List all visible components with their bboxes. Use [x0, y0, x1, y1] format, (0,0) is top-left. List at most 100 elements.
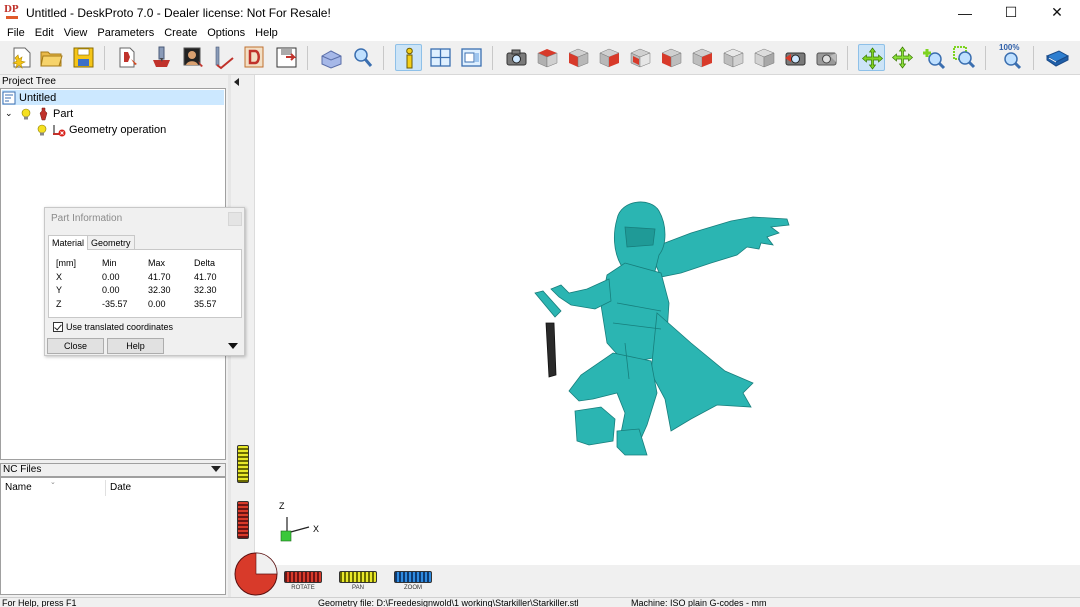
- menu-options[interactable]: Options: [202, 25, 250, 41]
- view-left-icon[interactable]: [596, 44, 623, 71]
- row-x-axis: X: [56, 272, 63, 282]
- translated-coords-option[interactable]: Use translated coordinates: [53, 322, 173, 332]
- unit-header: [mm]: [56, 258, 76, 268]
- translated-coords-checkbox[interactable]: [53, 322, 63, 332]
- zoom-100-label: 100%: [999, 43, 1020, 52]
- menu-edit[interactable]: Edit: [30, 25, 59, 41]
- nc-files-list[interactable]: ⌄ Name Date: [0, 477, 226, 595]
- row-x-delta: 41.70: [194, 272, 217, 282]
- dropdown-arrow-icon[interactable]: [211, 466, 221, 472]
- view-top-icon[interactable]: [534, 44, 561, 71]
- pan-horizontal-roller[interactable]: [339, 571, 377, 583]
- dialog-title: Part Information: [51, 213, 123, 224]
- status-geometry-file: Geometry file: D:\Freedesignwold\1 worki…: [318, 598, 579, 607]
- tree-item-part[interactable]: ⌄ Part: [5, 106, 224, 121]
- zoom-window-icon[interactable]: [951, 44, 978, 71]
- minimize-button[interactable]: —: [942, 0, 988, 25]
- load-vector-icon[interactable]: [148, 44, 175, 71]
- new-project-icon[interactable]: [8, 44, 35, 71]
- row-y-axis: Y: [56, 285, 63, 295]
- collapse-panel-icon[interactable]: [234, 78, 239, 86]
- min-header: Min: [102, 258, 117, 268]
- axis-z-label: Z: [279, 501, 285, 511]
- preview-icon[interactable]: [458, 44, 485, 71]
- rotate-vertical-roller[interactable]: [237, 501, 249, 539]
- column-header-name[interactable]: Name: [1, 480, 106, 496]
- lightbulb-icon[interactable]: [19, 107, 33, 121]
- lens-icon[interactable]: [349, 44, 376, 71]
- redraw-alt-icon[interactable]: [813, 44, 840, 71]
- main-toolbar: 100%: [0, 41, 1080, 75]
- dialog-close-box[interactable]: [228, 212, 242, 226]
- tree-label: Geometry operation: [69, 123, 167, 136]
- row-y-max: 32.30: [148, 285, 171, 295]
- open-project-icon[interactable]: [38, 44, 65, 71]
- pan-vertical-roller[interactable]: [237, 445, 249, 483]
- row-z-delta: 35.57: [194, 299, 217, 309]
- delta-header: Delta: [194, 258, 216, 268]
- load-bitmap-icon[interactable]: [179, 44, 206, 71]
- row-z-axis: Z: [56, 299, 62, 309]
- deskproto-logo-icon: DP: [4, 5, 20, 21]
- row-y-min: 0.00: [102, 285, 120, 295]
- drawing-icon[interactable]: [241, 44, 268, 71]
- shaded-view-icon[interactable]: [318, 44, 345, 71]
- tab-material[interactable]: Material: [48, 235, 89, 250]
- view-iso-1-icon[interactable]: [720, 44, 747, 71]
- status-machine: Machine: ISO plain G-codes - mm: [631, 598, 767, 607]
- lightbulb-icon[interactable]: [35, 123, 49, 137]
- zoom-horizontal-roller[interactable]: [394, 571, 432, 583]
- zoom-roller-label: ZOOM: [404, 585, 422, 591]
- view-iso-2-icon[interactable]: [751, 44, 778, 71]
- redraw-icon[interactable]: [782, 44, 809, 71]
- logo-text: DP: [4, 4, 19, 15]
- save-project-icon[interactable]: [70, 44, 97, 71]
- tree-label: Part: [53, 107, 74, 120]
- close-button[interactable]: ✕: [1034, 0, 1080, 25]
- load-part-icon[interactable]: [116, 44, 143, 71]
- part-info-icon[interactable]: [395, 44, 422, 71]
- tab-geometry[interactable]: Geometry: [87, 235, 135, 249]
- menu-create[interactable]: Create: [159, 25, 202, 41]
- menu-bar: File Edit View Parameters Create Options…: [0, 25, 1080, 41]
- camera-icon[interactable]: [503, 44, 530, 71]
- view-back-icon[interactable]: [658, 44, 685, 71]
- part-icon: [36, 107, 50, 121]
- row-y-delta: 32.30: [194, 285, 217, 295]
- expand-down-arrow-icon[interactable]: [228, 343, 238, 349]
- row-x-min: 0.00: [102, 272, 120, 282]
- help-book-icon[interactable]: [1044, 44, 1071, 71]
- export-icon[interactable]: [273, 44, 300, 71]
- rotate-dial-icon[interactable]: [233, 551, 279, 597]
- window-layout-icon[interactable]: [427, 44, 454, 71]
- 3d-viewport[interactable]: Z X ROTATE PAN ZOOM: [231, 75, 1080, 597]
- status-bar: For Help, press F1 Geometry file: D:\Fre…: [0, 597, 1080, 607]
- zoom-mode-icon[interactable]: [920, 44, 947, 71]
- menu-help[interactable]: Help: [250, 25, 283, 41]
- rotate-mode-icon[interactable]: [858, 44, 885, 71]
- pan-mode-icon[interactable]: [889, 44, 916, 71]
- nc-files-header[interactable]: NC Files: [0, 463, 226, 477]
- menu-view[interactable]: View: [59, 25, 93, 41]
- dialog-close-button[interactable]: Close: [47, 338, 104, 354]
- column-header-date[interactable]: Date: [106, 480, 224, 496]
- row-x-max: 41.70: [148, 272, 171, 282]
- view-bottom-icon[interactable]: [689, 44, 716, 71]
- maximize-button[interactable]: ☐: [988, 0, 1034, 25]
- view-right-icon[interactable]: [627, 44, 654, 71]
- menu-file[interactable]: File: [2, 25, 30, 41]
- expand-chevron-icon[interactable]: ⌄: [5, 108, 19, 119]
- tree-item-geometry-operation[interactable]: Geometry operation: [35, 122, 224, 137]
- row-z-min: -35.57: [102, 299, 128, 309]
- rotate-horizontal-roller[interactable]: [284, 571, 322, 583]
- part-information-dialog: Part Information Material Geometry [mm] …: [44, 207, 245, 356]
- view-front-icon[interactable]: [565, 44, 592, 71]
- project-tree-header: Project Tree: [0, 75, 226, 88]
- tree-item-untitled[interactable]: Untitled: [2, 90, 224, 105]
- menu-parameters[interactable]: Parameters: [92, 25, 159, 41]
- checkbox-label: Use translated coordinates: [66, 322, 174, 332]
- 3d-model-figure: [534, 201, 790, 456]
- toolpath-icon[interactable]: [211, 44, 238, 71]
- dialog-help-button[interactable]: Help: [107, 338, 164, 354]
- row-z-max: 0.00: [148, 299, 166, 309]
